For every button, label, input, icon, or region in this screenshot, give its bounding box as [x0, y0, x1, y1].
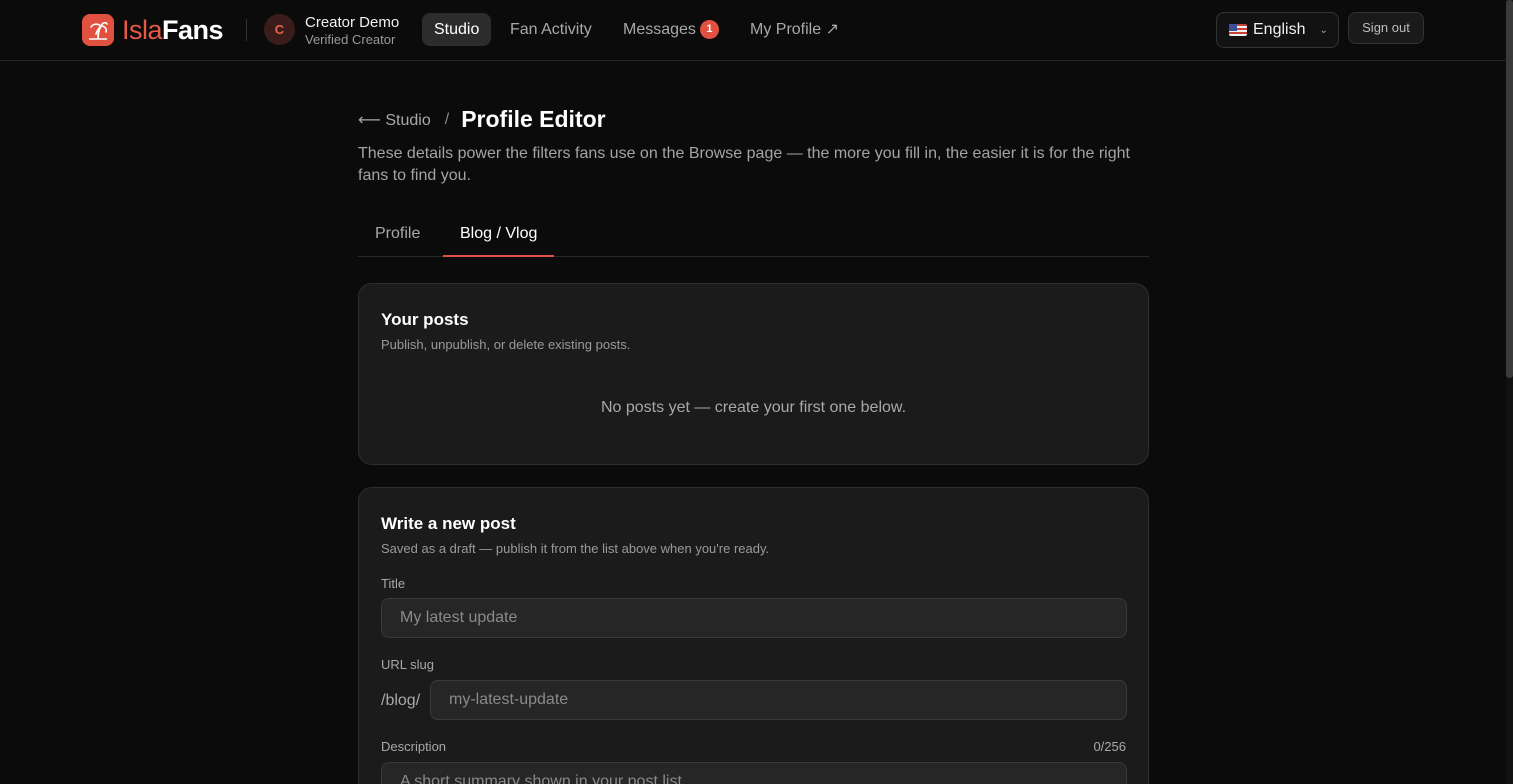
brand-logo[interactable]: IslaFans	[82, 14, 224, 46]
language-select[interactable]: English ⌄	[1216, 12, 1339, 48]
nav-messages-label: Messages	[623, 21, 696, 38]
nav-messages[interactable]: Messages 1	[611, 13, 731, 46]
creator-role: Verified Creator	[305, 32, 396, 47]
page-title: Profile Editor	[461, 106, 606, 132]
creator-name: Creator Demo	[305, 14, 400, 31]
nav-studio[interactable]: Studio	[422, 13, 492, 46]
avatar[interactable]: C	[264, 14, 295, 45]
tab-blog-vlog[interactable]: Blog / Vlog	[443, 216, 555, 257]
page-description: These details power the filters fans use…	[358, 145, 1130, 184]
slug-label: URL slug	[381, 657, 434, 672]
scrollbar[interactable]	[1506, 0, 1513, 784]
palm-tree-icon	[82, 14, 114, 46]
breadcrumb-separator: /	[444, 110, 450, 128]
nav-fan-activity[interactable]: Fan Activity	[498, 13, 604, 46]
language-label: English	[1253, 21, 1306, 38]
title-label: Title	[381, 576, 406, 591]
tab-profile[interactable]: Profile	[358, 216, 437, 257]
slug-prefix: /blog/	[381, 692, 421, 709]
divider	[246, 19, 247, 41]
your-posts-title: Your posts	[381, 310, 469, 329]
unread-count-badge: 1	[699, 20, 719, 39]
us-flag-icon	[1229, 24, 1247, 36]
new-post-title: Write a new post	[381, 514, 516, 533]
title-input[interactable]	[381, 598, 1127, 638]
editor-tabs: Profile Blog / Vlog	[358, 216, 1149, 257]
description-label: Description	[381, 739, 447, 754]
description-char-counter: 0/256	[1093, 739, 1126, 754]
your-posts-card: Your posts Publish, unpublish, or delete…	[358, 283, 1149, 465]
back-to-studio-link[interactable]: ⟵ Studio	[358, 110, 431, 130]
description-input[interactable]	[381, 762, 1127, 784]
nav-my-profile[interactable]: My Profile ↗	[738, 13, 851, 46]
breadcrumb: ⟵ Studio / Profile Editor	[358, 106, 606, 133]
chevron-down-icon: ⌄	[1319, 24, 1328, 36]
new-post-subtitle: Saved as a draft — publish it from the l…	[381, 541, 770, 556]
sign-out-button[interactable]: Sign out	[1348, 12, 1424, 44]
slug-input[interactable]	[430, 680, 1127, 720]
new-post-card: Write a new post Saved as a draft — publ…	[358, 487, 1149, 784]
top-navigation: IslaFans C Creator Demo Verified Creator…	[0, 0, 1506, 61]
your-posts-subtitle: Publish, unpublish, or delete existing p…	[381, 337, 631, 352]
empty-posts-message: No posts yet — create your first one bel…	[600, 399, 907, 416]
scrollbar-thumb[interactable]	[1506, 0, 1513, 378]
brand-name: IslaFans	[122, 14, 224, 45]
